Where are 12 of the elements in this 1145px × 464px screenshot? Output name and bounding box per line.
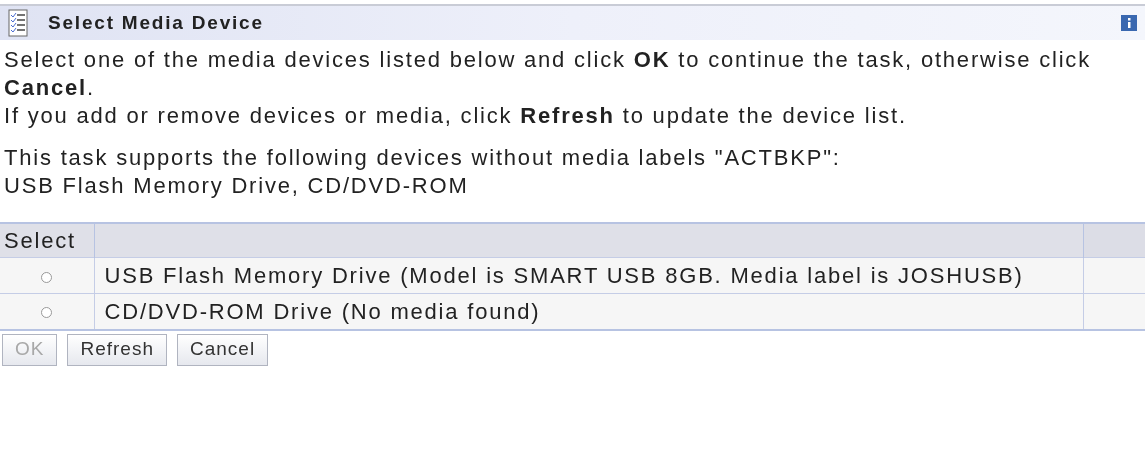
radio-button[interactable]	[41, 271, 53, 283]
instruction-text: Select one of the media devices listed below and click OK to continue the task, otherwise click Cancel.	[4, 46, 1092, 102]
info-icon[interactable]	[1121, 15, 1137, 31]
checklist-icon	[8, 9, 28, 37]
instruction-text: If you add or remove devices or media, click Refresh to update the device list.	[4, 102, 908, 130]
device-cell: CD/DVD-ROM Drive (No media found)	[94, 293, 1083, 330]
support-text: USB Flash Memory Drive, CD/DVD-ROM	[4, 172, 470, 200]
action-button[interactable]: Refresh	[67, 333, 167, 366]
radio-button[interactable]	[41, 307, 53, 319]
action-button[interactable]: Cancel	[177, 333, 269, 366]
support-text: This task supports the following devices without media labels "ACTBKP":	[4, 144, 842, 172]
window-title: Select Media Device	[48, 10, 264, 35]
